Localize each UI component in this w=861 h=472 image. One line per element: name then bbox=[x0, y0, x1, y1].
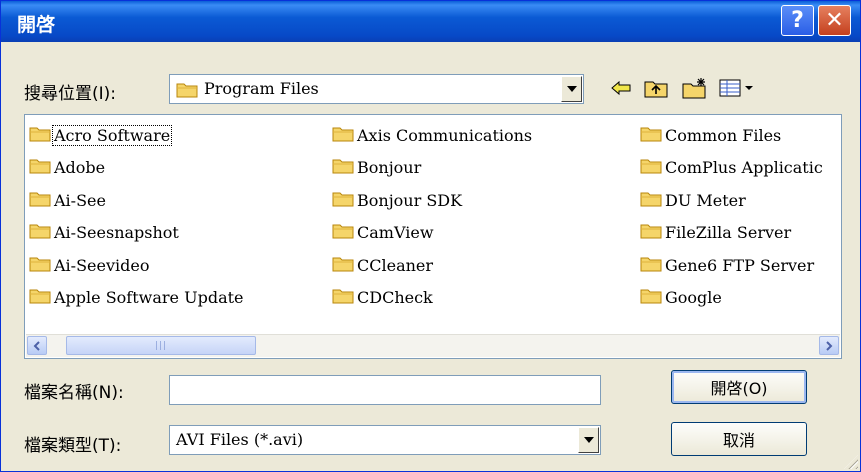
back-arrow-icon bbox=[611, 80, 631, 96]
close-icon: ✕ bbox=[825, 8, 844, 33]
folder-name: CCleaner bbox=[357, 255, 434, 275]
list-item[interactable]: CCleaner bbox=[332, 249, 533, 282]
folder-name: Ai-See bbox=[54, 190, 106, 210]
view-menu-icon bbox=[719, 79, 753, 97]
list-item[interactable]: CDCheck bbox=[332, 282, 533, 315]
folder-icon bbox=[29, 190, 51, 211]
list-item[interactable]: ComPlus Applicatic bbox=[640, 152, 824, 185]
scroll-thumb[interactable]: ||| bbox=[66, 336, 256, 355]
folder-name: Bonjour SDK bbox=[357, 190, 463, 210]
folder-icon bbox=[640, 125, 662, 146]
folder-icon bbox=[29, 125, 51, 146]
list-item[interactable]: Ai-Seevideo bbox=[29, 249, 245, 282]
filetype-dropdown[interactable]: AVI Files (*.avi) bbox=[169, 425, 601, 455]
help-icon: ? bbox=[791, 8, 804, 33]
folder-name: Apple Software Update bbox=[54, 288, 244, 308]
folder-name: Gene6 FTP Server bbox=[665, 255, 815, 275]
folder-name: Ai-Seevideo bbox=[54, 255, 150, 275]
folder-icon bbox=[640, 255, 662, 276]
folder-name: FileZilla Server bbox=[665, 223, 792, 243]
window-title: 開啓 bbox=[17, 14, 56, 36]
list-item[interactable]: CamView bbox=[332, 217, 533, 250]
cancel-button[interactable]: 取消 bbox=[671, 422, 807, 456]
new-folder-icon bbox=[682, 78, 706, 99]
chevron-down-icon bbox=[583, 437, 594, 443]
folder-icon bbox=[29, 157, 51, 178]
folder-name: Bonjour bbox=[357, 158, 422, 178]
file-column-2: Axis Communications Bonjour Bonjour SDK … bbox=[332, 119, 533, 314]
filename-input[interactable] bbox=[169, 375, 601, 405]
list-item[interactable]: Ai-Seesnapshot bbox=[29, 217, 245, 250]
list-item[interactable]: DU Meter bbox=[640, 184, 824, 217]
list-item[interactable]: Bonjour bbox=[332, 152, 533, 185]
filetype-label: 檔案類型(T): bbox=[24, 436, 122, 456]
folder-name: CamView bbox=[357, 223, 434, 243]
folder-icon bbox=[332, 255, 354, 276]
folder-icon bbox=[29, 222, 51, 243]
folder-name: Axis Communications bbox=[357, 125, 533, 145]
file-column-3: Common Files ComPlus Applicatic DU Meter… bbox=[640, 119, 824, 314]
look-in-label: 搜尋位置(I): bbox=[24, 84, 117, 104]
folder-icon bbox=[640, 222, 662, 243]
folder-icon bbox=[29, 287, 51, 308]
chevron-right-icon bbox=[826, 340, 833, 351]
filename-label: 檔案名稱(N): bbox=[24, 383, 124, 403]
list-item[interactable]: Axis Communications bbox=[332, 119, 533, 152]
open-button[interactable]: 開啓(O) bbox=[671, 370, 807, 404]
folder-name: Google bbox=[665, 288, 722, 308]
view-menu-button[interactable] bbox=[717, 75, 757, 101]
folder-icon bbox=[332, 287, 354, 308]
folder-name: Ai-Seesnapshot bbox=[54, 223, 179, 243]
folder-icon bbox=[332, 125, 354, 146]
folder-icon bbox=[332, 157, 354, 178]
filetype-dropdown-button[interactable] bbox=[578, 427, 599, 453]
list-item[interactable]: Common Files bbox=[640, 119, 824, 152]
open-dialog: 開啓 ? ✕ 搜尋位置(I): Program Files Acro Softw… bbox=[0, 0, 861, 472]
chevron-left-icon bbox=[33, 340, 40, 351]
look-in-value: Program Files bbox=[204, 79, 319, 98]
up-folder-icon bbox=[644, 81, 668, 98]
horizontal-scrollbar[interactable]: ||| bbox=[26, 334, 840, 357]
list-item[interactable]: Apple Software Update bbox=[29, 282, 245, 315]
list-item[interactable]: Ai-See bbox=[29, 184, 245, 217]
look-in-dropdown-button[interactable] bbox=[561, 76, 582, 102]
close-button[interactable]: ✕ bbox=[818, 5, 851, 36]
file-column-1: Acro Software Adobe Ai-See Ai-Seesnapsho… bbox=[29, 119, 245, 314]
folder-icon bbox=[176, 81, 198, 102]
resize-grip-icon[interactable] bbox=[844, 455, 858, 469]
folder-icon bbox=[640, 157, 662, 178]
list-item[interactable]: FileZilla Server bbox=[640, 217, 824, 250]
open-button-label: 開啓(O) bbox=[710, 379, 768, 398]
folder-name: ComPlus Applicatic bbox=[665, 158, 823, 178]
list-item[interactable]: Acro Software bbox=[29, 119, 245, 152]
list-item[interactable]: Google bbox=[640, 282, 824, 315]
list-item[interactable]: Adobe bbox=[29, 152, 245, 185]
title-bar[interactable]: 開啓 ? ✕ bbox=[1, 1, 860, 42]
filetype-value: AVI Files (*.avi) bbox=[176, 430, 304, 449]
list-item[interactable]: Bonjour SDK bbox=[332, 184, 533, 217]
folder-name: DU Meter bbox=[665, 190, 746, 210]
folder-icon bbox=[29, 255, 51, 276]
file-list[interactable]: Acro Software Adobe Ai-See Ai-Seesnapsho… bbox=[24, 114, 842, 359]
folder-icon bbox=[640, 287, 662, 308]
folder-name: Common Files bbox=[665, 125, 782, 145]
grip-icon: ||| bbox=[154, 340, 168, 351]
back-button[interactable] bbox=[607, 75, 635, 101]
scroll-left-button[interactable] bbox=[27, 336, 47, 355]
look-in-dropdown[interactable]: Program Files bbox=[169, 74, 584, 104]
folder-name: Adobe bbox=[54, 158, 106, 178]
folder-icon bbox=[332, 190, 354, 211]
folder-icon bbox=[332, 222, 354, 243]
folder-icon bbox=[640, 190, 662, 211]
help-button[interactable]: ? bbox=[781, 5, 814, 36]
chevron-down-icon bbox=[566, 86, 577, 92]
scroll-right-button[interactable] bbox=[819, 336, 839, 355]
cancel-button-label: 取消 bbox=[722, 431, 755, 450]
list-item[interactable]: Gene6 FTP Server bbox=[640, 249, 824, 282]
folder-name: Acro Software bbox=[51, 124, 173, 146]
folder-name: CDCheck bbox=[357, 288, 433, 308]
up-folder-button[interactable] bbox=[642, 75, 670, 101]
new-folder-button[interactable] bbox=[681, 75, 709, 101]
